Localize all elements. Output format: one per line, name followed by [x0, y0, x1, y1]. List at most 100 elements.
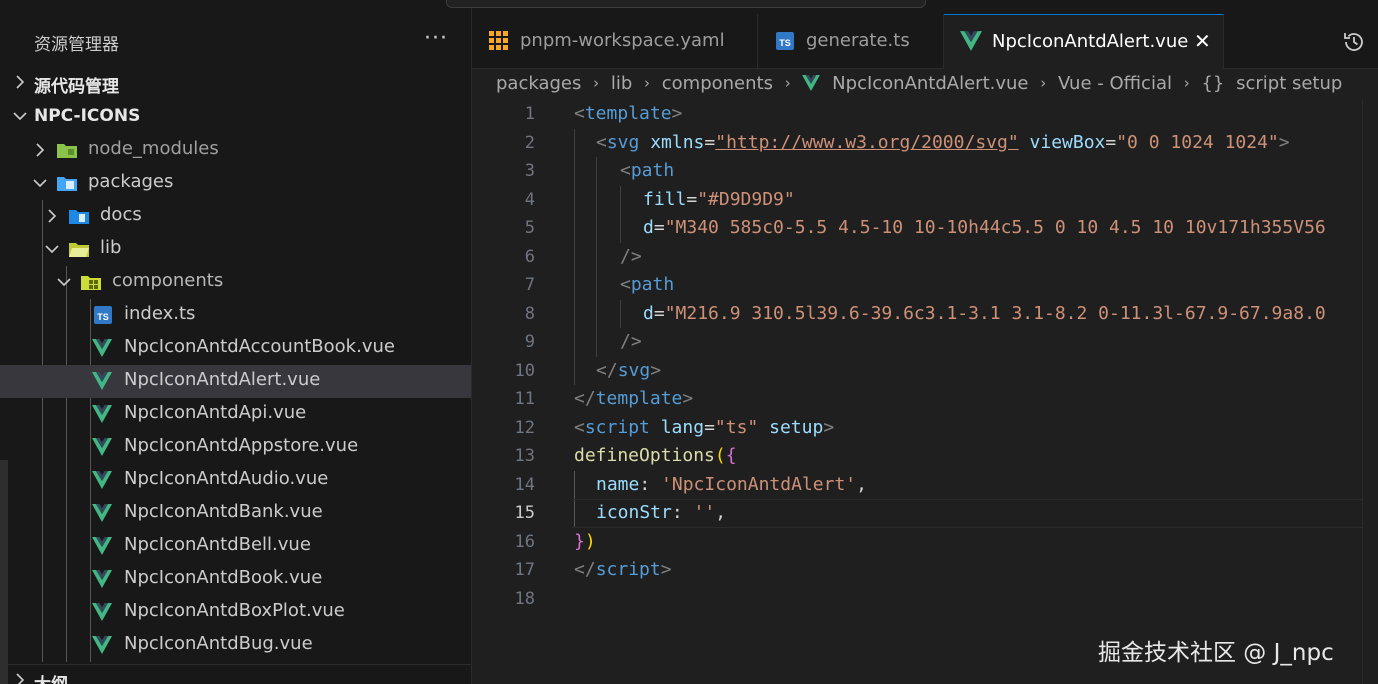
- line-number: 11: [514, 389, 535, 409]
- tree-item-label: lib: [100, 237, 122, 258]
- tree-item-vue-file[interactable]: NpcIconAntdAccountBook.vue: [0, 332, 471, 365]
- code-line: 3 <path: [472, 157, 1378, 186]
- breadcrumb-item[interactable]: lib: [611, 73, 632, 94]
- tree-item-label: NpcIconAntdBook.vue: [124, 567, 323, 588]
- code-line: 6 />: [472, 243, 1378, 272]
- code-line: 16 }): [472, 528, 1378, 557]
- breadcrumb-separator: ›: [1183, 74, 1190, 92]
- breadcrumb-item[interactable]: components: [662, 73, 773, 94]
- vue-icon: [92, 603, 112, 621]
- tree-item-label: NpcIconAntdApi.vue: [124, 402, 307, 423]
- code-line: 13 defineOptions({: [472, 442, 1378, 471]
- tab-pnpm-workspace[interactable]: pnpm-workspace.yaml: [472, 14, 758, 68]
- breadcrumb-item[interactable]: script setup: [1236, 73, 1342, 94]
- source-control-section[interactable]: 源代码管理: [0, 67, 471, 100]
- lib-folder-icon: [68, 240, 89, 258]
- workspace-section[interactable]: NPC-ICONS: [0, 101, 471, 134]
- vue-icon: [802, 75, 821, 91]
- code-text: name: 'NpcIconAntdAlert',: [596, 473, 867, 495]
- tree-item-vue-file[interactable]: NpcIconAntdAppstore.vue: [0, 431, 471, 464]
- tree-item-lib[interactable]: lib: [0, 233, 471, 266]
- tree-item-vue-file[interactable]: NpcIconAntdAudio.vue: [0, 464, 471, 497]
- tree-item-docs[interactable]: docs: [0, 200, 471, 233]
- code-editor[interactable]: 1 <template> 2 <svg xmlns="http://www.w3…: [472, 100, 1378, 684]
- line-number: 13: [514, 446, 535, 466]
- tree-item-label: index.ts: [124, 303, 196, 324]
- line-number: 15: [514, 503, 535, 523]
- code-text: <template>: [574, 103, 683, 124]
- vue-icon: [92, 372, 112, 390]
- line-number: 9: [524, 332, 535, 352]
- code-text: <path: [620, 160, 675, 181]
- explorer-sidebar: 资源管理器 ··· 源代码管理 NPC-ICONS node_modules p…: [0, 0, 471, 684]
- line-number: 5: [524, 218, 535, 238]
- tree-item-label: node_modules: [88, 138, 219, 159]
- outline-section[interactable]: 大纲: [0, 664, 471, 684]
- breadcrumb-separator: ›: [1040, 74, 1047, 92]
- tree-item-label: NpcIconAntdAudio.vue: [124, 468, 329, 489]
- tree-item-vue-file[interactable]: NpcIconAntdApi.vue: [0, 398, 471, 431]
- tab-generate-ts[interactable]: TS generate.ts: [758, 14, 944, 68]
- code-line: 14 name: 'NpcIconAntdAlert',: [472, 471, 1378, 500]
- chevron-down-icon: [32, 175, 48, 191]
- code-line: 10 </svg>: [472, 357, 1378, 386]
- more-actions-button[interactable]: ···: [424, 26, 448, 51]
- tree-item-label: docs: [100, 204, 142, 225]
- tree-item-vue-file-selected[interactable]: NpcIconAntdAlert.vue: [0, 365, 471, 398]
- tree-item-label: NpcIconAntdAlert.vue: [124, 369, 321, 390]
- line-number: 4: [524, 189, 535, 210]
- line-number: 14: [514, 474, 535, 495]
- tab-label: pnpm-workspace.yaml: [520, 30, 725, 51]
- breadcrumb-item[interactable]: Vue - Official: [1058, 73, 1172, 94]
- command-center[interactable]: [446, 0, 926, 8]
- tab-npc-icon-antd-alert[interactable]: NpcIconAntdAlert.vue ✕: [944, 14, 1224, 69]
- tree-item-components[interactable]: components: [0, 266, 471, 299]
- tree-item-packages[interactable]: packages: [0, 167, 471, 200]
- tree-item-vue-file[interactable]: NpcIconAntdBug.vue: [0, 629, 471, 662]
- tree-item-label: NpcIconAntdBell.vue: [124, 534, 311, 555]
- components-folder-icon: [80, 273, 101, 291]
- code-line: 2 <svg xmlns="http://www.w3.org/2000/svg…: [472, 129, 1378, 158]
- code-text: <script lang="ts" setup>: [574, 416, 835, 438]
- tree-item-vue-file[interactable]: NpcIconAntdBook.vue: [0, 563, 471, 596]
- code-line-current: 15 iconStr: '',: [472, 499, 1378, 528]
- code-line: 9 />: [472, 328, 1378, 357]
- line-number: 16: [514, 531, 535, 552]
- code-text: }): [574, 530, 596, 552]
- tree-item-vue-file[interactable]: NpcIconAntdBank.vue: [0, 497, 471, 530]
- code-text: fill="#D9D9D9": [643, 188, 795, 210]
- code-text: d="M216.9 310.5l39.6-39.6c3.1-3.1 3.1-8.…: [643, 302, 1326, 324]
- line-number: 6: [524, 246, 535, 267]
- code-line: 7 <path: [472, 271, 1378, 300]
- code-line: 18: [472, 585, 1378, 614]
- editor-scrollbar[interactable]: [1362, 100, 1378, 684]
- tree-item-vue-file[interactable]: NpcIconAntdBoxPlot.vue: [0, 596, 471, 629]
- breadcrumb-item[interactable]: NpcIconAntdAlert.vue: [832, 73, 1028, 94]
- yaml-grid-icon: [488, 30, 510, 52]
- tree-item-index-ts[interactable]: TS index.ts: [0, 299, 471, 332]
- code-text: />: [620, 245, 642, 267]
- chevron-right-icon: [44, 208, 60, 224]
- explorer-title: 资源管理器: [34, 35, 119, 55]
- code-text: </svg>: [596, 359, 662, 381]
- close-tab-icon[interactable]: ✕: [1194, 29, 1211, 53]
- history-icon[interactable]: [1342, 30, 1366, 54]
- vue-icon: [92, 570, 112, 588]
- tree-item-vue-file[interactable]: NpcIconAntdBell.vue: [0, 530, 471, 563]
- outline-label: 大纲: [34, 670, 68, 684]
- breadcrumb-separator: ›: [644, 74, 651, 92]
- tree-item-node-modules[interactable]: node_modules: [0, 134, 471, 167]
- line-number: 3: [524, 161, 535, 181]
- sidebar-scrollbar[interactable]: [0, 460, 8, 684]
- line-number: 12: [514, 417, 535, 438]
- breadcrumb-item[interactable]: packages: [496, 73, 581, 94]
- code-text: iconStr: '',: [596, 502, 727, 523]
- sidebar-top-band: [0, 0, 471, 14]
- workspace-label: NPC-ICONS: [34, 106, 141, 126]
- line-number: 1: [524, 104, 535, 124]
- docs-folder-icon: [68, 207, 89, 225]
- code-line: 12 <script lang="ts" setup>: [472, 414, 1378, 443]
- code-line: 5 d="M340 585c0-5.5 4.5-10 10-10h44c5.5 …: [472, 214, 1378, 243]
- tree-item-label: NpcIconAntdBoxPlot.vue: [124, 600, 345, 621]
- code-line: 17 </script>: [472, 556, 1378, 585]
